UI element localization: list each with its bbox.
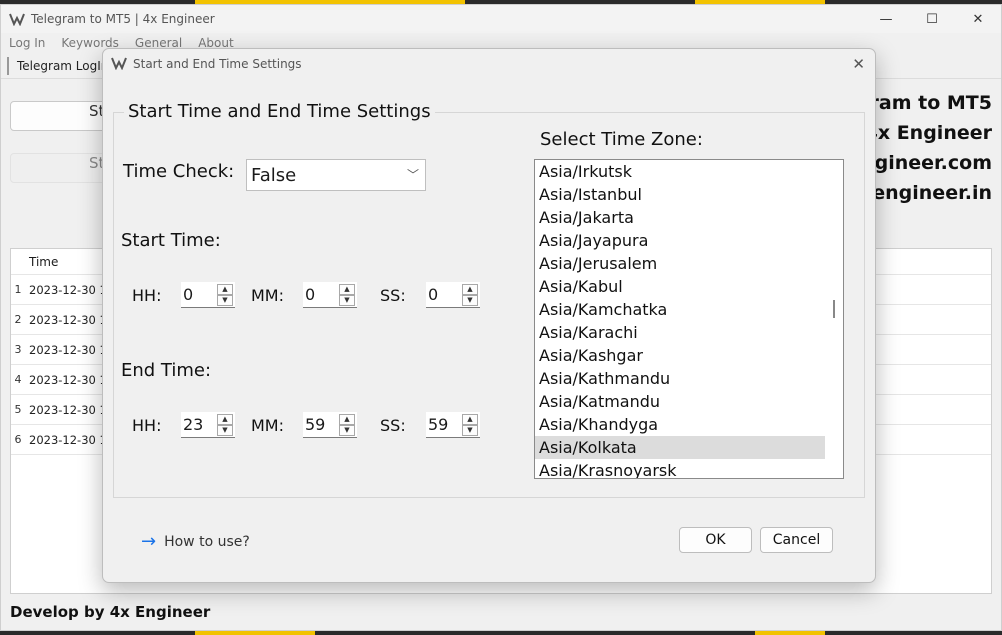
- end-mm-value: 59: [305, 415, 326, 434]
- start-hh-spinbox[interactable]: 0 ▲ ▼: [181, 282, 235, 308]
- spin-down-icon[interactable]: ▼: [339, 424, 355, 436]
- spin-down-icon[interactable]: ▼: [339, 294, 355, 306]
- time-cell: 2023-12-30 16:: [29, 342, 105, 357]
- ok-button[interactable]: OK: [679, 527, 752, 553]
- time-cell: 2023-12-30 16:: [29, 282, 105, 297]
- time-settings-dialog: Start and End Time Settings ✕ Start Time…: [102, 48, 876, 583]
- time-cell: 2023-12-30 16:: [29, 432, 105, 447]
- window-controls: — ☐ ✕: [863, 5, 1001, 33]
- spin-down-icon[interactable]: ▼: [462, 424, 478, 436]
- row-number: 5: [14, 403, 22, 416]
- start-ss-value: 0: [428, 285, 439, 304]
- start-mm-spinbox[interactable]: 0 ▲ ▼: [303, 282, 357, 308]
- time-cell: 2023-12-30 16:: [29, 402, 105, 417]
- row-number: 1: [14, 283, 22, 296]
- timezone-option[interactable]: Asia/Khandyga: [535, 413, 825, 436]
- tab-telegram-login[interactable]: Telegram LogIn: [7, 56, 116, 75]
- start-hh-label: HH:: [132, 286, 162, 305]
- timezone-option[interactable]: Asia/Irkutsk: [535, 160, 825, 183]
- window-title: Telegram to MT5 | 4x Engineer: [31, 12, 215, 26]
- close-button[interactable]: ✕: [955, 5, 1001, 33]
- timezone-option[interactable]: Asia/Kathmandu: [535, 367, 825, 390]
- time-check-label: Time Check:: [123, 161, 235, 182]
- time-cell: 2023-12-30 16:: [29, 372, 105, 387]
- timezone-option[interactable]: Asia/Kabul: [535, 275, 825, 298]
- arrow-right-icon: →: [141, 531, 157, 552]
- group-title: Start Time and End Time Settings: [124, 101, 435, 122]
- start-hh-value: 0: [183, 285, 194, 304]
- timezone-listbox[interactable]: Asia/Irkutsk Asia/Istanbul Asia/Jakarta …: [534, 159, 844, 479]
- how-to-use-link[interactable]: → How to use?: [141, 531, 250, 552]
- column-header-time[interactable]: Time: [25, 255, 58, 269]
- time-check-value: False: [251, 164, 297, 186]
- end-ss-spinbox[interactable]: 59 ▲ ▼: [426, 412, 480, 438]
- spin-down-icon[interactable]: ▼: [217, 294, 233, 306]
- row-number: 6: [14, 433, 22, 446]
- timezone-option[interactable]: Asia/Karachi: [535, 321, 825, 344]
- row-number: 3: [14, 343, 22, 356]
- timezone-label: Select Time Zone:: [540, 129, 703, 150]
- how-to-use-label: How to use?: [164, 533, 250, 550]
- end-hh-label: HH:: [132, 416, 162, 435]
- desktop-accent: [755, 631, 825, 635]
- info-line: 4x Engineer: [864, 122, 992, 144]
- info-line: ngineer.com: [861, 152, 992, 174]
- dialog-close-button[interactable]: ✕: [852, 55, 865, 73]
- start-mm-label: MM:: [251, 286, 284, 305]
- start-mm-value: 0: [305, 285, 316, 304]
- menu-login[interactable]: Log In: [9, 36, 45, 50]
- end-hh-spinbox[interactable]: 23 ▲ ▼: [181, 412, 235, 438]
- app-logo-icon: [111, 56, 127, 72]
- spin-down-icon[interactable]: ▼: [217, 424, 233, 436]
- spin-up-icon[interactable]: ▲: [339, 283, 355, 295]
- start-button[interactable]: St: [10, 101, 110, 131]
- end-hh-value: 23: [183, 415, 204, 434]
- cancel-button[interactable]: Cancel: [760, 527, 833, 553]
- row-number: 4: [14, 373, 22, 386]
- app-info: ram to MT5 4x Engineer ngineer.com xengi…: [860, 88, 992, 208]
- spin-up-icon[interactable]: ▲: [462, 283, 478, 295]
- dialog-title: Start and End Time Settings: [133, 57, 302, 71]
- minimize-button[interactable]: —: [863, 5, 909, 33]
- app-logo-icon: [9, 11, 25, 27]
- start-time-label: Start Time:: [121, 230, 221, 251]
- maximize-button[interactable]: ☐: [909, 5, 955, 33]
- end-mm-spinbox[interactable]: 59 ▲ ▼: [303, 412, 357, 438]
- spin-up-icon[interactable]: ▲: [339, 413, 355, 425]
- end-ss-label: SS:: [380, 416, 406, 435]
- main-titlebar: Telegram to MT5 | 4x Engineer — ☐ ✕: [1, 5, 1001, 33]
- time-check-select[interactable]: False ﹀: [246, 159, 426, 191]
- timezone-option[interactable]: Asia/Katmandu: [535, 390, 825, 413]
- timezone-option[interactable]: Asia/Kamchatka: [535, 298, 825, 321]
- info-line: ram to MT5: [869, 92, 992, 114]
- end-mm-label: MM:: [251, 416, 284, 435]
- end-ss-value: 59: [428, 415, 449, 434]
- timezone-option[interactable]: Asia/Istanbul: [535, 183, 825, 206]
- spin-up-icon[interactable]: ▲: [217, 283, 233, 295]
- timezone-option[interactable]: Asia/Jayapura: [535, 229, 825, 252]
- spin-up-icon[interactable]: ▲: [217, 413, 233, 425]
- row-number: 2: [14, 313, 22, 326]
- start-ss-spinbox[interactable]: 0 ▲ ▼: [426, 282, 480, 308]
- timezone-option[interactable]: Asia/Krasnoyarsk: [535, 459, 825, 478]
- spin-up-icon[interactable]: ▲: [462, 413, 478, 425]
- timezone-option[interactable]: Asia/Jerusalem: [535, 252, 825, 275]
- end-time-label: End Time:: [121, 360, 212, 381]
- dialog-titlebar: Start and End Time Settings ✕: [103, 49, 875, 79]
- desktop-accent: [195, 631, 315, 635]
- timezone-option-selected[interactable]: Asia/Kolkata: [535, 436, 825, 459]
- timezone-option[interactable]: Asia/Jakarta: [535, 206, 825, 229]
- listbox-scrollbar[interactable]: [833, 300, 835, 318]
- start-ss-label: SS:: [380, 286, 406, 305]
- timezone-option[interactable]: Asia/Kashgar: [535, 344, 825, 367]
- developer-credit: Develop by 4x Engineer: [10, 603, 211, 621]
- time-cell: 2023-12-30 16:: [29, 312, 105, 327]
- stop-button[interactable]: St: [10, 153, 110, 183]
- desktop-strip-bottom: [0, 631, 1002, 635]
- chevron-down-icon: ﹀: [406, 168, 419, 182]
- spin-down-icon[interactable]: ▼: [462, 294, 478, 306]
- info-line: xengineer.in: [860, 182, 992, 204]
